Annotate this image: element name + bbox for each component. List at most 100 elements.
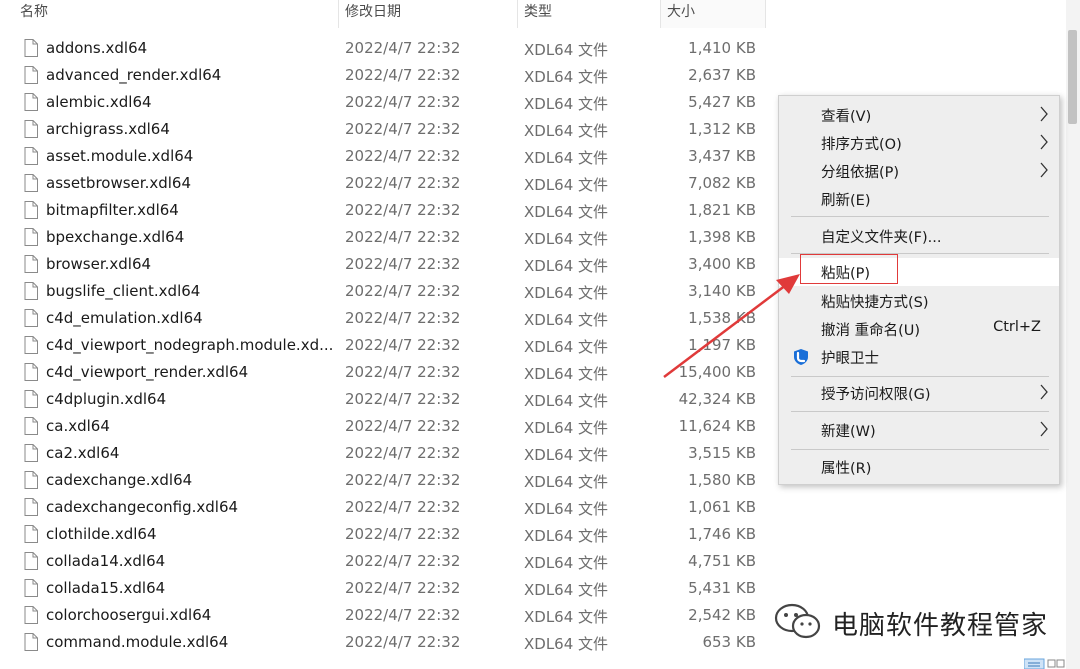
file-date: 2022/4/7 22:32 xyxy=(345,390,461,408)
file-type: XDL64 文件 xyxy=(524,149,609,167)
file-row[interactable]: advanced_render.xdl64 2022/4/7 22:32 XDL64… xyxy=(0,62,770,89)
column-type-header[interactable]: 类型 xyxy=(518,0,660,28)
file-type: XDL64 文件 xyxy=(524,311,609,329)
menu-item-label: 查看(V) xyxy=(821,109,872,125)
menu-item-properties[interactable]: 属性(R) xyxy=(779,453,1059,481)
column-size-header[interactable]: 大小 xyxy=(661,0,765,28)
file-row[interactable]: alembic.xdl64 2022/4/7 22:32 XDL64 文件 5,427… xyxy=(0,89,770,116)
file-list: addons.xdl64 2022/4/7 22:32 XDL64 文件 1,410 … xyxy=(0,35,770,656)
menu-item-customize-folder[interactable]: 自定义文件夹(F)... xyxy=(779,222,1059,250)
file-date: 2022/4/7 22:32 xyxy=(345,309,461,327)
menu-item-undo-rename[interactable]: 撤消 重命名(U) Ctrl+Z xyxy=(779,315,1059,343)
file-icon xyxy=(24,336,38,354)
file-icon xyxy=(24,606,38,624)
menu-separator xyxy=(791,411,1049,412)
menu-item-label: 属性(R) xyxy=(821,461,872,477)
file-date: 2022/4/7 22:32 xyxy=(345,228,461,246)
view-toggle-icon[interactable] xyxy=(1024,657,1066,669)
file-icon xyxy=(24,309,38,327)
file-row[interactable]: browser.xdl64 2022/4/7 22:32 XDL64 文件 3,400… xyxy=(0,251,770,278)
scrollbar-thumb[interactable] xyxy=(1068,30,1077,124)
chevron-right-icon xyxy=(1040,162,1048,178)
file-icon xyxy=(24,174,38,192)
file-date: 2022/4/7 22:32 xyxy=(345,120,461,138)
file-row[interactable]: addons.xdl64 2022/4/7 22:32 XDL64 文件 1,410 … xyxy=(0,35,770,62)
file-type: XDL64 文件 xyxy=(524,392,609,410)
menu-item-label: 护眼卫士 xyxy=(821,351,879,367)
menu-item-paste-shortcut[interactable]: 粘贴快捷方式(S) xyxy=(779,287,1059,315)
file-row[interactable]: collada14.xdl64 2022/4/7 22:32 XDL64 文件 4,7… xyxy=(0,548,770,575)
menu-item-eye-guard[interactable]: 护眼卫士 xyxy=(779,343,1059,371)
file-name: alembic.xdl64 xyxy=(46,93,152,111)
file-type: XDL64 文件 xyxy=(524,527,609,545)
file-row[interactable]: ca.xdl64 2022/4/7 22:32 XDL64 文件 11,624 KB xyxy=(0,413,770,440)
file-date: 2022/4/7 22:32 xyxy=(345,471,461,489)
file-name: assetbrowser.xdl64 xyxy=(46,174,191,192)
file-icon xyxy=(24,93,38,111)
file-date: 2022/4/7 22:32 xyxy=(345,201,461,219)
file-row[interactable]: ca2.xdl64 2022/4/7 22:32 XDL64 文件 3,515 KB xyxy=(0,440,770,467)
file-row[interactable]: bitmapfilter.xdl64 2022/4/7 22:32 XDL64 文件… xyxy=(0,197,770,224)
file-icon xyxy=(24,255,38,273)
file-row[interactable]: c4dplugin.xdl64 2022/4/7 22:32 XDL64 文件 42,… xyxy=(0,386,770,413)
annotation-highlight-box xyxy=(800,254,898,284)
menu-item-give-access[interactable]: 授予访问权限(G) xyxy=(779,379,1059,407)
menu-separator xyxy=(791,449,1049,450)
menu-item-label: 撤消 重命名(U) xyxy=(821,323,921,339)
file-name: c4d_viewport_nodegraph.module.xd... xyxy=(46,336,334,354)
file-name: ca.xdl64 xyxy=(46,417,110,435)
file-date: 2022/4/7 22:32 xyxy=(345,525,461,543)
file-row[interactable]: collada15.xdl64 2022/4/7 22:32 XDL64 文件 5,4… xyxy=(0,575,770,602)
file-row[interactable]: command.module.xdl64 2022/4/7 22:32 XDL64 … xyxy=(0,629,770,656)
file-size: 1,197 KB xyxy=(688,336,756,354)
file-date: 2022/4/7 22:32 xyxy=(345,579,461,597)
file-date: 2022/4/7 22:32 xyxy=(345,174,461,192)
file-row[interactable]: bpexchange.xdl64 2022/4/7 22:32 XDL64 文件 1,… xyxy=(0,224,770,251)
context-menu: 查看(V) 排序方式(O) 分组依据(P) 刷新(E) 自定义文件夹(F)...… xyxy=(778,95,1060,485)
file-date: 2022/4/7 22:32 xyxy=(345,417,461,435)
file-icon xyxy=(24,471,38,489)
file-row[interactable]: colorchoosergui.xdl64 2022/4/7 22:32 XDL64… xyxy=(0,602,770,629)
file-row[interactable]: archigrass.xdl64 2022/4/7 22:32 XDL64 文件 1,… xyxy=(0,116,770,143)
file-row[interactable]: c4d_viewport_render.xdl64 2022/4/7 22:32 X… xyxy=(0,359,770,386)
menu-item-new[interactable]: 新建(W) xyxy=(779,416,1059,444)
file-type: XDL64 文件 xyxy=(524,365,609,383)
chevron-right-icon xyxy=(1040,421,1048,437)
column-modified-header[interactable]: 修改日期 xyxy=(339,0,517,28)
file-size: 1,061 KB xyxy=(688,498,756,516)
file-name: bitmapfilter.xdl64 xyxy=(46,201,179,219)
file-icon xyxy=(24,39,38,57)
file-row[interactable]: c4d_viewport_nodegraph.module.xd... 2022/… xyxy=(0,332,770,359)
file-name: collada15.xdl64 xyxy=(46,579,166,597)
file-size: 1,312 KB xyxy=(688,120,756,138)
menu-item-label: 粘贴快捷方式(S) xyxy=(821,295,929,311)
column-name-header[interactable]: 名称 xyxy=(14,0,338,28)
menu-item-group-by[interactable]: 分组依据(P) xyxy=(779,157,1059,185)
column-divider[interactable] xyxy=(765,0,766,28)
file-row[interactable]: assetbrowser.xdl64 2022/4/7 22:32 XDL64 文件… xyxy=(0,170,770,197)
file-date: 2022/4/7 22:32 xyxy=(345,93,461,111)
menu-item-view[interactable]: 查看(V) xyxy=(779,101,1059,129)
file-row[interactable]: clothilde.xdl64 2022/4/7 22:32 XDL64 文件 1,7… xyxy=(0,521,770,548)
menu-item-sort-by[interactable]: 排序方式(O) xyxy=(779,129,1059,157)
file-size: 1,398 KB xyxy=(688,228,756,246)
file-type: XDL64 文件 xyxy=(524,500,609,518)
menu-item-shortcut: Ctrl+Z xyxy=(993,319,1041,335)
menu-item-label: 分组依据(P) xyxy=(821,165,900,181)
file-type: XDL64 文件 xyxy=(524,419,609,437)
file-name: c4d_emulation.xdl64 xyxy=(46,309,203,327)
file-size: 7,082 KB xyxy=(688,174,756,192)
file-size: 3,140 KB xyxy=(688,282,756,300)
chevron-right-icon xyxy=(1040,384,1048,400)
file-row[interactable]: asset.module.xdl64 2022/4/7 22:32 XDL64 文件… xyxy=(0,143,770,170)
file-size: 1,580 KB xyxy=(688,471,756,489)
file-row[interactable]: cadexchangeconfig.xdl64 2022/4/7 22:32 XDL… xyxy=(0,494,770,521)
file-date: 2022/4/7 22:32 xyxy=(345,255,461,273)
file-row[interactable]: bugslife_client.xdl64 2022/4/7 22:32 XDL64… xyxy=(0,278,770,305)
file-row[interactable]: cadexchange.xdl64 2022/4/7 22:32 XDL64 文件 1… xyxy=(0,467,770,494)
file-row[interactable]: c4d_emulation.xdl64 2022/4/7 22:32 XDL64 文… xyxy=(0,305,770,332)
file-size: 15,400 KB xyxy=(678,363,756,381)
file-type: XDL64 文件 xyxy=(524,446,609,464)
menu-item-refresh[interactable]: 刷新(E) xyxy=(779,185,1059,213)
file-size: 653 KB xyxy=(702,633,756,651)
